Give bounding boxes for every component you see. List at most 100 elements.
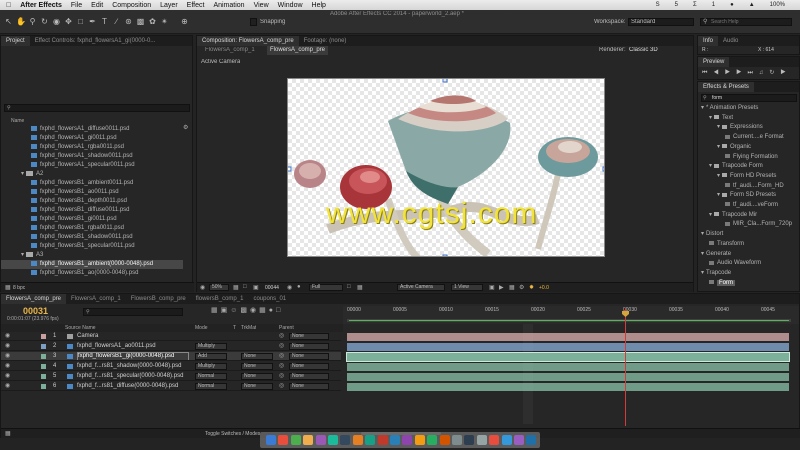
status-item[interactable]: ▲	[749, 2, 755, 8]
dock-app-icon[interactable]	[414, 435, 425, 445]
tab-info[interactable]: Info	[698, 36, 719, 46]
comp-viewer[interactable]: www.cgtsj.com	[287, 78, 605, 257]
effects-item[interactable]: MIR_Cla...Form_720p	[698, 220, 799, 229]
dock-app-icon[interactable]	[290, 435, 301, 445]
comp-timecode[interactable]: 00044	[265, 285, 279, 291]
dock-app-icon[interactable]	[489, 435, 500, 445]
visibility-eye-icon[interactable]: ◉	[5, 352, 10, 360]
selection-handle[interactable]	[288, 166, 292, 172]
dock-app-icon[interactable]	[464, 435, 475, 445]
play-icon[interactable]: ▶	[725, 70, 736, 76]
pick-whip-icon[interactable]: ◎	[279, 352, 284, 360]
tab-timeline-flowersb-comp-1[interactable]: flowersB_comp_1	[191, 294, 249, 304]
dock-app-icon[interactable]	[328, 435, 338, 445]
col-source-name[interactable]: Source Name	[65, 325, 96, 331]
subtab-flowersa-comp-1[interactable]: FlowersA_comp_1	[205, 47, 255, 53]
tab-timeline-flowersa-comp-pre[interactable]: FlowersA_comp_pre	[1, 294, 67, 304]
dock-app-icon[interactable]	[365, 435, 376, 445]
brainstorm-icon[interactable]: ●	[269, 307, 276, 314]
effects-item[interactable]: ▾ Text	[698, 114, 799, 123]
graph-editor-icon[interactable]: ▦	[259, 307, 269, 314]
project-file-row[interactable]: fxphd_flowersA1_diffuse0011.psd	[1, 125, 183, 134]
motion-blur-icon[interactable]: ◉	[250, 307, 259, 314]
tab-project[interactable]: Project	[1, 36, 30, 46]
effects-item[interactable]: tf_audi....Form_HD	[698, 182, 799, 191]
flowchart-icon[interactable]: ⚙	[183, 124, 191, 131]
selection-handle[interactable]	[442, 79, 448, 83]
zoom-tool-icon[interactable]: ⚲	[28, 17, 37, 26]
search-help-input[interactable]	[711, 19, 791, 25]
project-file-row[interactable]: fxphd_flowersA1_specular0011.psd	[1, 161, 183, 170]
clone-tool-icon[interactable]: ⊛	[124, 17, 133, 26]
always-preview-icon[interactable]: ◉	[200, 284, 205, 291]
region-of-interest-icon[interactable]: □	[347, 284, 351, 290]
col-t[interactable]: T	[233, 325, 236, 331]
interpret-footage-icon[interactable]: ▦	[5, 284, 11, 291]
blend-mode-select[interactable]: Normal	[195, 383, 227, 390]
selection-handle[interactable]	[442, 254, 448, 257]
project-file-row[interactable]: fxphd_flowersB1_gi0011.psd	[1, 215, 183, 224]
mask-visibility-icon[interactable]: □	[243, 284, 247, 290]
visibility-eye-icon[interactable]: ◉	[5, 382, 10, 390]
dock-app-icon[interactable]	[427, 435, 438, 445]
disclosure-triangle-icon[interactable]: ▾	[717, 192, 720, 198]
parent-select[interactable]: None	[289, 333, 329, 340]
layer-row[interactable]: ◉ 1 Camera ◎ None	[1, 332, 341, 341]
blend-mode-select[interactable]: Multiply	[195, 343, 227, 350]
prev-frame-icon[interactable]: ◀	[713, 70, 724, 76]
eraser-tool-icon[interactable]: ▩	[136, 17, 145, 26]
ram-preview-icon[interactable]: ▶	[780, 70, 791, 76]
effects-item[interactable]: ▾ Form HD Presets	[698, 172, 799, 181]
visibility-eye-icon[interactable]: ◉	[5, 332, 10, 340]
tab-audio[interactable]: Audio	[718, 36, 743, 46]
snapping-checkbox[interactable]	[250, 18, 257, 26]
dock-app-icon[interactable]	[340, 435, 351, 445]
project-file-row[interactable]: fxphd_flowersA1_gi0011.psd	[1, 134, 183, 143]
renderer-value[interactable]: Classic 3D	[629, 47, 658, 53]
selection-handle[interactable]	[602, 166, 605, 172]
trkmat-select[interactable]: None	[241, 363, 273, 370]
effects-item[interactable]: Flying Formation	[698, 153, 799, 162]
puppet-tool-icon[interactable]: ✴	[160, 17, 169, 26]
effects-item[interactable]: ▾ Distort	[698, 230, 799, 239]
effects-item[interactable]: Transform	[698, 240, 799, 249]
frame-blending-icon[interactable]: ▩	[240, 307, 250, 314]
label-color-swatch[interactable]	[41, 384, 46, 389]
exposure-value[interactable]: +0.0	[539, 285, 549, 291]
toggle-switches-modes-button[interactable]: Toggle Switches / Modes	[205, 431, 260, 437]
col-parent[interactable]: Parent	[279, 325, 294, 331]
effects-item[interactable]: ▾ * Animation Presets	[698, 104, 799, 113]
pick-whip-icon[interactable]: ◎	[279, 332, 284, 340]
pan-behind-tool-icon[interactable]: ✥	[64, 17, 73, 26]
mask-tool-icon[interactable]: □	[76, 17, 85, 26]
dock-app-icon[interactable]	[352, 435, 363, 445]
parent-select[interactable]: None	[289, 343, 329, 350]
trkmat-select[interactable]: None	[241, 373, 273, 380]
disclosure-triangle-icon[interactable]: ▾	[21, 171, 24, 177]
tab-footage[interactable]: Footage: (none)	[299, 36, 352, 46]
disclosure-triangle-icon[interactable]: ▾	[701, 270, 704, 276]
disclosure-triangle-icon[interactable]: ▾	[21, 252, 24, 258]
selection-tool-icon[interactable]: ↖	[4, 17, 13, 26]
shy-icon[interactable]: ☺	[230, 307, 240, 314]
effects-item[interactable]: ▾ Trapcode Mir	[698, 211, 799, 220]
col-mode[interactable]: Mode	[195, 325, 208, 331]
dock-app-icon[interactable]	[514, 435, 524, 445]
project-file-row[interactable]: fxphd_flowersB1_specular0011.psd	[1, 242, 183, 251]
effects-item[interactable]: Audio Waveform	[698, 259, 799, 268]
project-search-input[interactable]	[15, 105, 185, 111]
tab-effect-controls[interactable]: Effect Controls: fxphd_flowersA1_gi(0000…	[30, 36, 161, 46]
layer-row[interactable]: ◉ 3 fxphd_flowersB1_gi(0000-0048).psd Add No…	[1, 352, 341, 361]
menu-help[interactable]: Help	[312, 2, 326, 9]
dock-app-icon[interactable]	[278, 435, 289, 445]
effects-item[interactable]: ▾ Trapcode Form	[698, 162, 799, 171]
layer-row[interactable]: ◉ 2 fxphd_flowersA1_ao0011.psd Multiply ◎ Non…	[1, 342, 341, 351]
blend-mode-select[interactable]: Add	[195, 353, 227, 360]
layer-duration-bar[interactable]	[347, 373, 789, 381]
tab-preview[interactable]: Preview	[698, 57, 730, 67]
local-axis-icon[interactable]: ⊕	[180, 17, 189, 26]
transparency-grid-icon[interactable]: ▦	[357, 284, 363, 291]
effects-item[interactable]: ▾ Expressions	[698, 123, 799, 132]
type-tool-icon[interactable]: T	[100, 17, 109, 26]
dock-app-icon[interactable]	[315, 435, 326, 445]
